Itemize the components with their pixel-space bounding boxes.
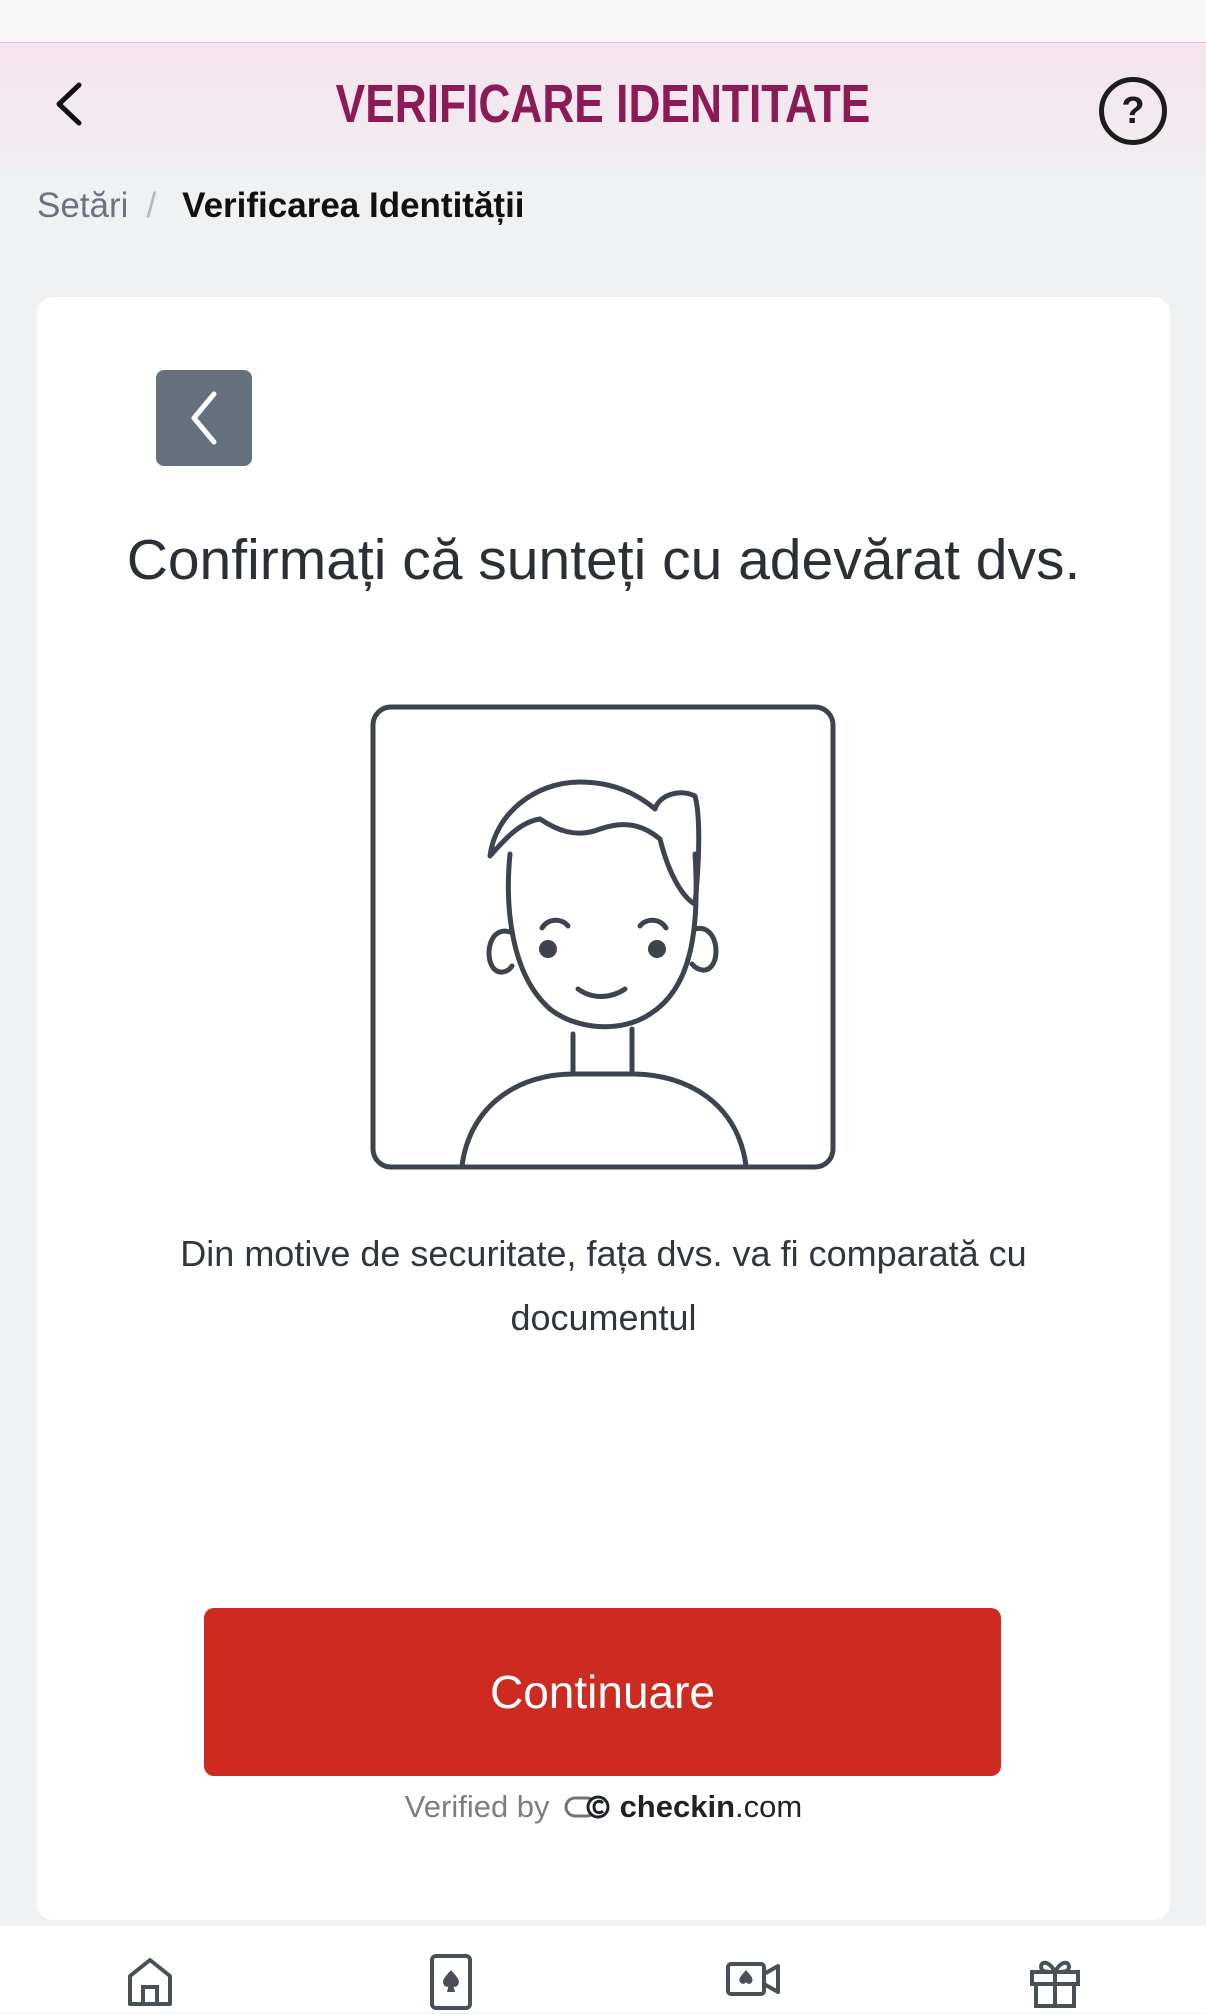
chevron-left-icon [56, 82, 82, 126]
playing-card-icon [430, 1954, 472, 2010]
brand-domain: .com [735, 1789, 803, 1824]
help-button[interactable]: ? [1099, 77, 1167, 145]
verified-by: Verified by checkin .com [37, 1789, 1170, 1825]
nav-bonuses[interactable] [1025, 1954, 1085, 2014]
breadcrumb-current: Verificarea Identității [182, 186, 525, 225]
status-bar [0, 0, 1206, 43]
checkin-logo-icon [564, 1795, 610, 1819]
home-icon [128, 1958, 172, 2006]
verification-card: Confirmați că sunteți cu adevărat dvs. D… [37, 297, 1170, 1920]
chevron-left-icon [191, 391, 217, 445]
nav-live[interactable] [723, 1954, 783, 2014]
face-portrait-icon [370, 704, 836, 1170]
video-camera-icon [726, 1962, 780, 1996]
card-heading: Confirmați că sunteți cu adevărat dvs. [126, 528, 1081, 592]
card-description: Din motive de securitate, fața dvs. va f… [180, 1233, 1027, 1338]
bottom-navigation [0, 1926, 1206, 2013]
header-back-button[interactable] [44, 79, 94, 129]
continue-button[interactable]: Continuare [204, 1608, 1001, 1776]
help-icon: ? [1121, 89, 1145, 132]
gift-icon [1030, 1960, 1080, 2008]
breadcrumb-separator: / [146, 186, 157, 225]
nav-home[interactable] [120, 1954, 180, 2014]
breadcrumb-settings-link[interactable]: Setări [37, 186, 128, 226]
app-header: VERIFICARE IDENTITATE ? [0, 43, 1206, 170]
step-back-button[interactable] [156, 370, 252, 466]
brand-name: checkin [619, 1789, 736, 1824]
page-title: VERIFICARE IDENTITATE [335, 74, 871, 134]
nav-casino[interactable] [421, 1954, 481, 2014]
verified-label: Verified by [404, 1789, 550, 1824]
breadcrumb: Setări / Verificarea Identității [37, 186, 525, 226]
